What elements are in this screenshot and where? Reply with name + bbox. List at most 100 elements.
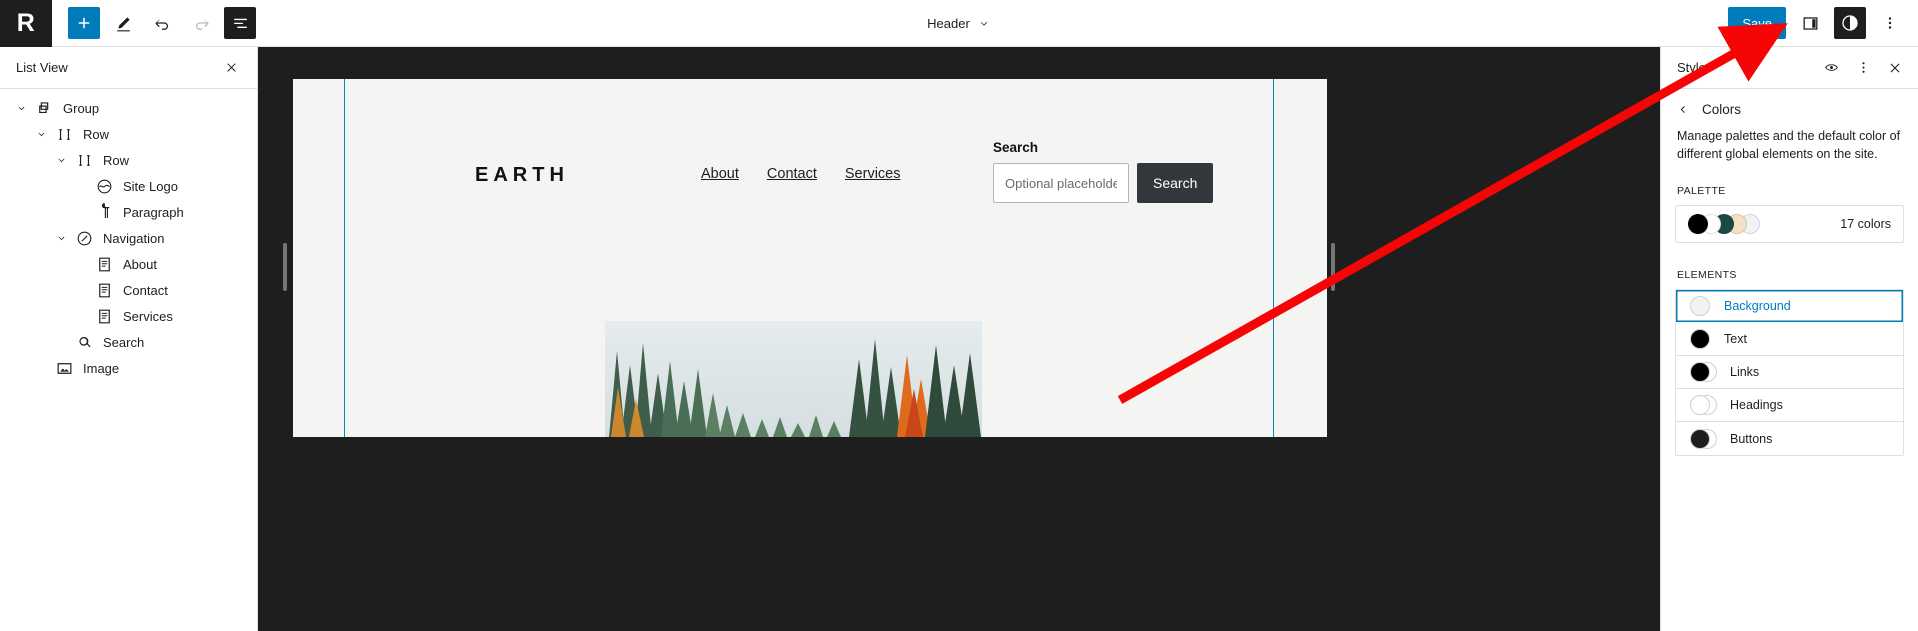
page-icon (98, 257, 110, 271)
forest-image-block[interactable] (605, 321, 982, 437)
document-title-dropdown[interactable]: Header (927, 16, 991, 31)
element-row-text[interactable]: Text (1676, 323, 1903, 357)
list-view-item-label: Image (83, 360, 120, 376)
row-icon (72, 148, 96, 172)
group-icon (38, 101, 48, 113)
list-view-title: List View (16, 60, 68, 75)
chevron-down-icon[interactable] (50, 149, 72, 171)
site-logo-icon (92, 174, 116, 198)
canvas-resize-handle-right[interactable] (1331, 243, 1335, 291)
list-view-item-label: Search (103, 334, 145, 350)
list-view-item-label: Row (83, 126, 110, 142)
nav-link-services[interactable]: Services (845, 166, 901, 182)
inspector-more-button[interactable] (1848, 53, 1878, 83)
element-row-label: Text (1724, 332, 1747, 347)
save-button[interactable]: Save (1728, 7, 1786, 39)
options-menu-button[interactable] (1874, 7, 1906, 39)
sidebar-toggle-icon (1803, 16, 1817, 30)
list-view-item-services[interactable]: Services (0, 303, 257, 329)
three-dots-vertical-icon (1888, 17, 1892, 29)
search-block-label: Search (993, 140, 1039, 155)
inspector-header-actions (1816, 53, 1910, 83)
image-icon (57, 362, 71, 374)
group-icon (32, 96, 56, 120)
redo-button[interactable] (185, 7, 217, 39)
list-view-item-label: Row (103, 152, 130, 168)
chevron-down-icon[interactable] (10, 97, 32, 119)
list-view-icon (233, 18, 247, 28)
list-view-close-button[interactable] (217, 54, 245, 82)
wordpress-site-editor: R Header Save List View Group Row Row Si… (0, 0, 1918, 631)
colors-back-button[interactable]: Colors (1661, 89, 1918, 127)
styles-inspector-panel: Styles Colors Manage palettes and the de… (1660, 47, 1918, 631)
element-row-background[interactable]: Background (1676, 290, 1903, 323)
element-row-links[interactable]: Links (1676, 356, 1903, 390)
element-row-label: Links (1730, 365, 1760, 380)
editor-top-toolbar: R Header Save (0, 0, 1918, 47)
list-view-item-paragraph[interactable]: Paragraph (0, 199, 257, 225)
site-logo-icon (97, 179, 111, 193)
chevron-down-icon[interactable] (50, 227, 72, 249)
site-navigation-block: About Contact Services (701, 166, 901, 182)
styles-button[interactable] (1834, 7, 1866, 39)
list-view-item-group[interactable]: Group (0, 95, 257, 121)
toolbar-right-group: Save (1728, 7, 1918, 39)
palette-card[interactable]: 17 colors (1675, 205, 1904, 244)
list-view-button[interactable] (224, 7, 256, 39)
list-view-item-about[interactable]: About (0, 251, 257, 277)
page-icon (98, 283, 110, 297)
elements-section-label: ELEMENTS (1677, 269, 1737, 282)
nav-link-about[interactable]: About (701, 166, 739, 182)
navigation-icon (77, 231, 91, 245)
color-indicator-icon (1690, 428, 1718, 450)
contrast-circle-icon (1842, 15, 1858, 31)
palette-section-label: PALETTE (1677, 185, 1726, 198)
element-row-buttons[interactable]: Buttons (1676, 422, 1903, 455)
search-input[interactable] (993, 163, 1129, 203)
paragraph-icon (92, 200, 116, 224)
list-view-tree: Group Row Row Site Logo Paragraph Navigation A… (0, 89, 257, 381)
inspector-header: Styles (1661, 47, 1918, 89)
element-row-label: Background (1724, 299, 1791, 314)
list-view-item-label: Navigation (103, 230, 165, 246)
plus-icon (78, 17, 90, 29)
element-row-headings[interactable]: Headings (1676, 389, 1903, 423)
document-title-label: Header (927, 16, 970, 31)
site-header-block: EARTH About Contact Services Search Search (293, 79, 1327, 289)
chevron-left-icon (1680, 106, 1685, 113)
nav-link-contact[interactable]: Contact (767, 166, 817, 182)
add-block-button[interactable] (68, 7, 100, 39)
site-logo-text[interactable]: EARTH (475, 164, 569, 187)
undo-icon (154, 19, 168, 30)
chevron-down-icon[interactable] (30, 123, 52, 145)
site-icon-button[interactable]: R (0, 0, 52, 47)
list-view-item-label: Paragraph (123, 204, 184, 220)
chevron-down-icon (980, 21, 988, 26)
list-view-item-site-logo[interactable]: Site Logo (0, 173, 257, 199)
list-view-item-contact[interactable]: Contact (0, 277, 257, 303)
element-row-label: Buttons (1730, 431, 1773, 446)
undo-button[interactable] (146, 7, 178, 39)
elements-list: Background Text Links Headings Buttons (1675, 289, 1904, 457)
list-view-item-search[interactable]: Search (0, 329, 257, 355)
list-view-item-navigation[interactable]: Navigation (0, 225, 257, 251)
list-view-item-image[interactable]: Image (0, 355, 257, 381)
editor-canvas: EARTH About Contact Services Search Search (258, 47, 1660, 631)
redo-icon (195, 19, 209, 30)
settings-sidebar-toggle[interactable] (1794, 7, 1826, 39)
navigation-icon (72, 226, 96, 250)
canvas-frame: EARTH About Contact Services Search Search (293, 79, 1327, 437)
color-indicator-icon (1690, 328, 1712, 350)
edit-tool-button[interactable] (107, 7, 139, 39)
palette-swatches (1688, 214, 1760, 235)
inspector-close-button[interactable] (1880, 53, 1910, 83)
preview-styles-button[interactable] (1816, 53, 1846, 83)
search-submit-button[interactable]: Search (1137, 163, 1214, 203)
list-view-item-row[interactable]: Row (0, 121, 257, 147)
canvas-resize-handle-left[interactable] (283, 243, 287, 291)
eye-icon (1824, 64, 1838, 71)
colors-screen-title: Colors (1702, 102, 1742, 117)
image-icon (52, 356, 76, 380)
list-view-item-row[interactable]: Row (0, 147, 257, 173)
toolbar-tool-group (52, 7, 256, 39)
